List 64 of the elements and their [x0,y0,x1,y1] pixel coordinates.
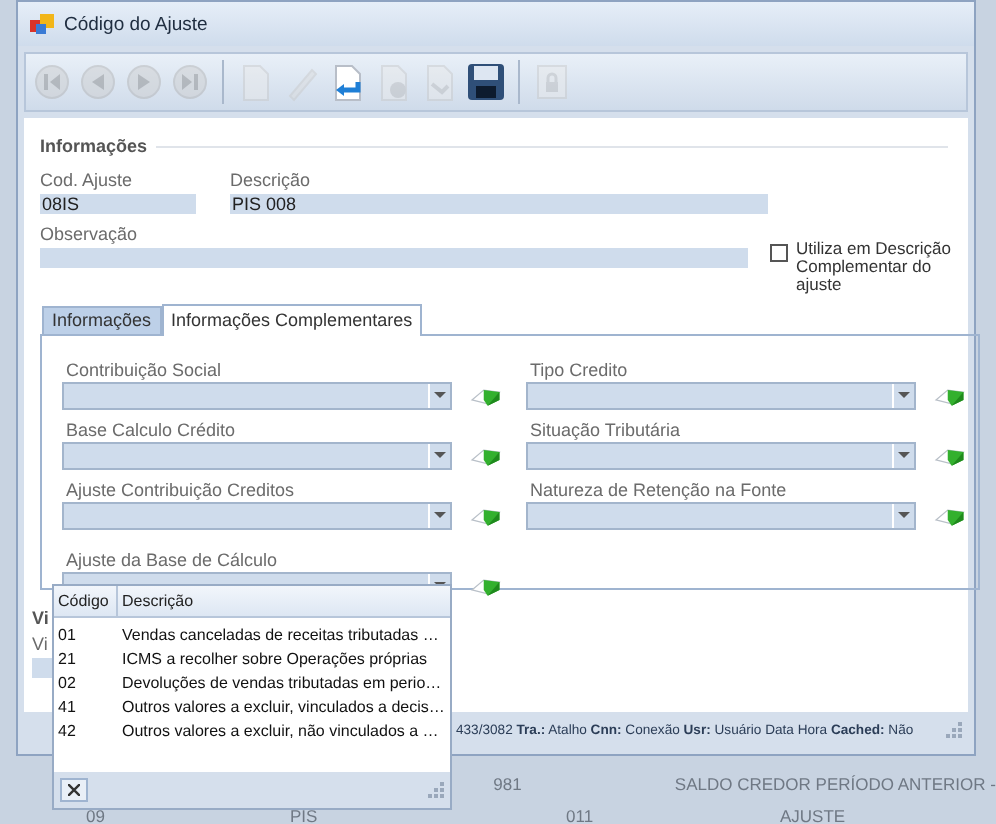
checkbox-label: Utiliza em Descrição Complementar do ajuste [796,240,953,294]
window-title: Código do Ajuste [64,13,208,35]
close-icon [68,784,80,796]
eraser-icon[interactable] [934,444,966,468]
section-title: Informações [40,136,148,156]
list-item-description[interactable]: Outros valores a excluir, vinculados a decis… [118,696,445,720]
list-item-code[interactable]: 42 [54,720,118,744]
field-label: Ajuste Contribuição Creditos [64,478,297,502]
field-label: Base Calculo Crédito [64,418,238,442]
field-label: Observação [40,224,140,246]
dropdown-field[interactable] [526,502,917,530]
dropdown-field[interactable] [526,442,917,470]
resize-grip-icon[interactable] [428,782,444,798]
close-button[interactable] [60,778,88,802]
field-label: Ajuste da Base de Cálculo [64,548,280,572]
caret-icon [434,452,447,460]
list-item-code[interactable]: 21 [54,648,118,672]
resize-grip-icon[interactable] [946,722,962,738]
caret-icon [898,392,911,400]
caret-icon [434,392,447,400]
input-field[interactable]: 08IS [40,194,196,214]
save-button[interactable] [466,60,506,104]
eraser-icon[interactable] [470,574,502,598]
field-label: Tipo Credito [528,358,630,382]
dropdown-field[interactable] [62,382,453,410]
input-field[interactable]: PIS 008 [230,194,768,214]
checkbox[interactable] [770,244,788,262]
app-icon [30,12,54,36]
field-label: Vi [32,634,48,656]
eraser-icon[interactable] [470,444,502,468]
caret-icon [898,452,911,460]
list-item-code[interactable]: 01 [54,624,118,648]
table-cell-text: SALDO CREDOR PERÍODO ANTERIOR - [674,772,996,798]
table-cell-text: 011 [566,804,596,824]
list-item-code[interactable]: 02 [54,672,118,696]
column-header: Código [54,586,118,616]
column-header: Descrição [120,592,194,610]
section-title: Vi [32,608,49,628]
list-item-description[interactable]: Vendas canceladas de receitas tributadas … [118,624,439,648]
list-item-code[interactable]: 41 [54,696,118,720]
input-field[interactable] [40,248,748,268]
tab[interactable]: Informações Complementares [161,304,423,336]
caret-icon [898,512,911,520]
field-label: Natureza de Retenção na Fonte [528,478,789,502]
eraser-icon[interactable] [470,504,502,528]
field-label: Cod. Ajuste [40,170,135,192]
table-cell-text: 981 [493,772,524,798]
eraser-icon[interactable] [934,384,966,408]
dropdown-field[interactable] [62,502,453,530]
list-item-description[interactable]: Outros valores a excluir, não vinculados a … [118,720,439,744]
eraser-icon[interactable] [470,384,502,408]
list-item-description[interactable]: ICMS a recolher sobre Operações próprias [118,648,428,672]
list-item-description[interactable]: Devoluções de vendas tributadas em perio… [118,672,442,696]
field-label: Situação Tributária [528,418,683,442]
field-label: Descrição [230,170,313,192]
dropdown-field[interactable] [62,442,453,470]
eraser-icon[interactable] [934,504,966,528]
caret-icon [434,512,447,520]
table-cell-text: 09 [84,804,107,824]
table-cell-text: PIS [290,804,320,824]
field-label: Contribuição Social [64,358,224,382]
tab[interactable]: Informações [42,306,162,334]
table-cell-text: AJUSTE [780,804,846,824]
dropdown-field[interactable] [526,382,917,410]
